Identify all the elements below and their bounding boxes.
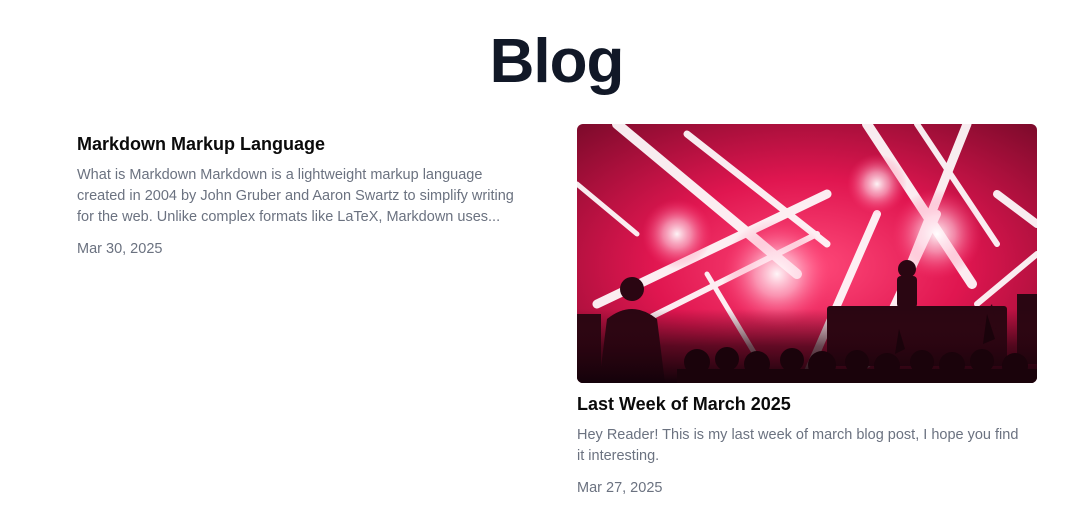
blog-page: Blog Markdown Markup Language What is Ma… [0, 0, 1088, 513]
post-date: Mar 27, 2025 [577, 480, 663, 496]
concert-image [577, 124, 1037, 383]
post-title[interactable]: Last Week of March 2025 [577, 391, 1037, 417]
page-title: Blog [489, 27, 625, 96]
excerpt-line: created in 2004 by John Gruber and Aaron… [77, 188, 514, 204]
excerpt-line: Hey Reader! This is my last week of marc… [577, 427, 1019, 443]
post-excerpt: What is Markdown Markdown is a lightweig… [77, 165, 537, 228]
post-cover-image[interactable] [577, 124, 1037, 383]
excerpt-line: What is Markdown Markdown is a lightweig… [77, 167, 483, 183]
blog-post-card[interactable]: Markdown Markup Language What is Markdow… [77, 131, 537, 260]
post-date: Mar 30, 2025 [77, 241, 163, 257]
post-excerpt: Hey Reader! This is my last week of marc… [577, 425, 1037, 467]
excerpt-line: it interesting. [577, 448, 660, 464]
blog-post-card[interactable]: Last Week of March 2025 Hey Reader! This… [577, 124, 1037, 499]
excerpt-line: for the web. Unlike complex formats like… [77, 209, 501, 225]
post-title[interactable]: Markdown Markup Language [77, 131, 537, 157]
